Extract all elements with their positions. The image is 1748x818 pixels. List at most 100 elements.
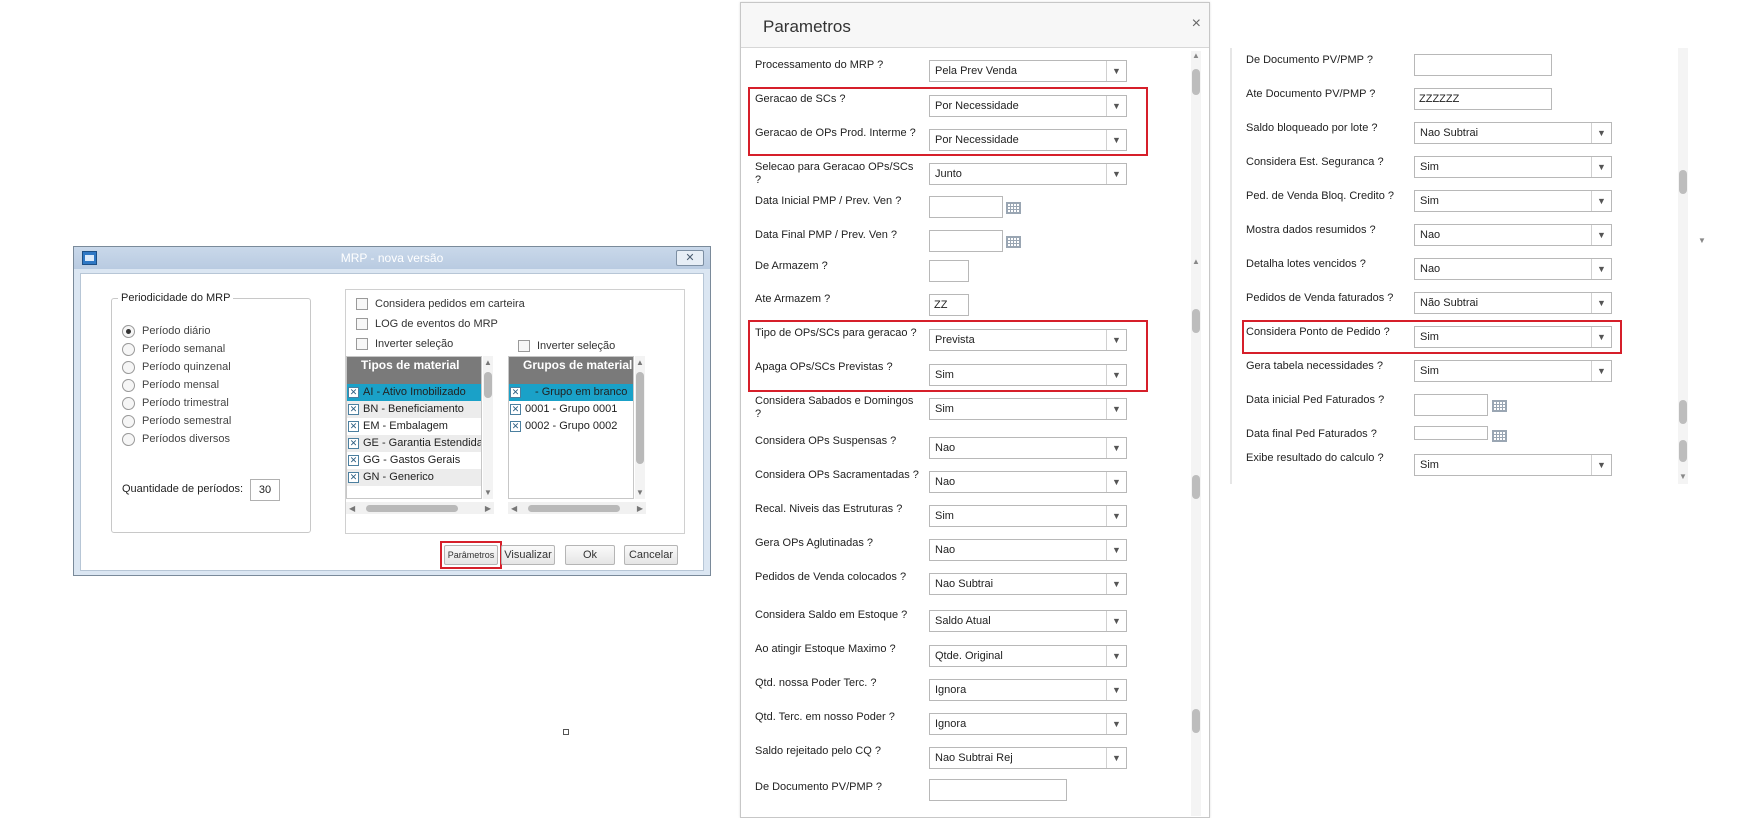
scroll-thumb[interactable] xyxy=(484,372,492,398)
chk-considera-pedidos[interactable]: Considera pedidos em carteira xyxy=(356,296,525,312)
scroll-thumb[interactable] xyxy=(366,505,458,512)
list-item[interactable]: ✕ GG - Gastos Gerais xyxy=(347,452,481,469)
field-select[interactable]: Nao ▼ xyxy=(1414,224,1612,246)
field-select[interactable]: Nao ▼ xyxy=(929,471,1127,493)
field-label: Exibe resultado do calculo ? xyxy=(1246,452,1384,464)
list-item[interactable]: ✕ 0001 - Grupo 0001 xyxy=(509,401,633,418)
field-select[interactable]: Sim ▼ xyxy=(1414,190,1612,212)
list-item[interactable]: ✕ - Grupo em branco xyxy=(509,384,633,401)
date-input[interactable] xyxy=(1414,426,1488,440)
field-select[interactable]: Qtde. Original ▼ xyxy=(929,645,1127,667)
text-input[interactable] xyxy=(1414,54,1552,76)
scroll-right-icon: ▶ xyxy=(484,504,491,513)
text-input[interactable]: ZZ xyxy=(929,294,969,316)
list-item[interactable]: ✕ GN - Generico xyxy=(347,469,481,486)
close-icon[interactable]: × xyxy=(1192,15,1201,33)
checked-box-icon: ✕ xyxy=(348,438,359,449)
date-input[interactable] xyxy=(929,230,1003,252)
field-select[interactable]: Sim ▼ xyxy=(1414,360,1612,382)
list-item[interactable]: ✕ GE - Garantia Estendida xyxy=(347,435,481,452)
field-label: Pedidos de Venda faturados ? xyxy=(1246,292,1394,304)
continuation-scrollbar[interactable]: ▼ xyxy=(1678,48,1688,484)
grupos-hscroll[interactable]: ◀ ▶ xyxy=(508,502,646,514)
field-select[interactable]: Nao ▼ xyxy=(1414,258,1612,280)
chk-inverter-grupos[interactable]: Inverter seleção xyxy=(518,338,615,354)
date-input[interactable] xyxy=(1414,394,1488,416)
dropdown-arrow-icon: ▼ xyxy=(1106,399,1126,419)
cancelar-button[interactable]: Cancelar xyxy=(624,545,678,565)
checked-box-icon: ✕ xyxy=(348,455,359,466)
tipos-vscroll[interactable]: ▲ ▼ xyxy=(483,356,493,499)
scroll-thumb[interactable] xyxy=(1679,400,1687,424)
mrp-close-button[interactable]: ✕ xyxy=(676,250,704,266)
calendar-icon[interactable] xyxy=(1492,400,1507,412)
mrp-titlebar: MRP - nova versão ✕ xyxy=(74,247,710,269)
scroll-thumb[interactable] xyxy=(636,372,644,464)
field-select[interactable]: Nao Subtrai ▼ xyxy=(929,573,1127,595)
text-input[interactable] xyxy=(929,260,969,282)
list-item-label: AI - Ativo Imobilizado xyxy=(363,386,466,398)
text-input[interactable] xyxy=(929,779,1067,801)
text-input[interactable]: ZZZZZZ xyxy=(1414,88,1552,110)
checked-box-icon: ✕ xyxy=(348,404,359,415)
scroll-down-icon: ▼ xyxy=(1679,472,1687,481)
field-select[interactable]: Sim ▼ xyxy=(929,505,1127,527)
scroll-thumb[interactable] xyxy=(1679,170,1687,194)
field-select[interactable]: Saldo Atual ▼ xyxy=(929,610,1127,632)
field-value: Sim xyxy=(1420,161,1439,173)
field-select[interactable]: Sim ▼ xyxy=(1414,454,1612,476)
field-value: Nao xyxy=(935,544,956,556)
radio-periodo-semanal[interactable]: Período semanal xyxy=(122,341,225,357)
field-label: Selecao para Geracao OPs/SCs ? xyxy=(755,161,914,186)
date-input[interactable] xyxy=(929,196,1003,218)
highlight-box xyxy=(1242,320,1622,354)
field-select[interactable]: Ignora ▼ xyxy=(929,713,1127,735)
qtd-periodos-input[interactable]: 30 xyxy=(250,479,280,501)
list-item[interactable]: ✕ EM - Embalagem xyxy=(347,418,481,435)
list-item[interactable]: ✕ AI - Ativo Imobilizado xyxy=(347,384,481,401)
grupos-vscroll[interactable]: ▲ ▼ xyxy=(635,356,645,499)
field-select[interactable]: Nao ▼ xyxy=(929,437,1127,459)
calendar-icon[interactable] xyxy=(1006,236,1021,248)
scroll-left-icon: ◀ xyxy=(349,504,356,513)
scroll-thumb[interactable] xyxy=(1192,709,1200,733)
field-select[interactable]: Nao Subtrai Rej ▼ xyxy=(929,747,1127,769)
parametros-scrollbar[interactable]: ▲ ▲ xyxy=(1191,51,1201,816)
list-item[interactable]: ✕ 0002 - Grupo 0002 xyxy=(509,418,633,435)
ok-button[interactable]: Ok xyxy=(565,545,615,565)
field-select[interactable]: Junto ▼ xyxy=(929,163,1127,185)
list-item[interactable]: ✕ BN - Beneficiamento xyxy=(347,401,481,418)
chk-log-eventos[interactable]: LOG de eventos do MRP xyxy=(356,316,498,332)
radio-periodo-quinzenal[interactable]: Período quinzenal xyxy=(122,359,231,375)
scroll-thumb[interactable] xyxy=(528,505,620,512)
field-label: Considera OPs Suspensas ? xyxy=(755,435,897,447)
field-select[interactable]: Não Subtrai ▼ xyxy=(1414,292,1612,314)
scroll-thumb[interactable] xyxy=(1679,440,1687,462)
scroll-down-icon: ▼ xyxy=(484,488,492,497)
chk-inverter-tipos[interactable]: Inverter seleção xyxy=(356,336,453,352)
radio-periodo-mensal[interactable]: Período mensal xyxy=(122,377,219,393)
checked-box-icon: ✕ xyxy=(348,387,359,398)
calendar-icon[interactable] xyxy=(1006,202,1021,214)
scroll-thumb[interactable] xyxy=(1192,309,1200,333)
radio-periodo-semestral[interactable]: Período semestral xyxy=(122,413,231,429)
radio-periodo-trimestral[interactable]: Período trimestral xyxy=(122,395,229,411)
dropdown-arrow-icon: ▼ xyxy=(1106,164,1126,184)
field-value: Nao xyxy=(935,476,956,488)
field-select[interactable]: Sim ▼ xyxy=(1414,156,1612,178)
parametros-title: Parametros xyxy=(763,17,851,36)
scroll-thumb[interactable] xyxy=(1192,69,1200,95)
calendar-icon[interactable] xyxy=(1492,430,1507,442)
scroll-thumb[interactable] xyxy=(1192,475,1200,499)
tipos-hscroll[interactable]: ◀ ▶ xyxy=(346,502,494,514)
visualizar-button[interactable]: Visualizar xyxy=(501,545,555,565)
field-value: Nao xyxy=(935,442,956,454)
field-value: Sim xyxy=(1420,365,1439,377)
field-select[interactable]: Ignora ▼ xyxy=(929,679,1127,701)
radio-periodos-diversos[interactable]: Períodos diversos xyxy=(122,431,230,447)
field-select[interactable]: Sim ▼ xyxy=(929,398,1127,420)
radio-periodo-diario[interactable]: Período diário xyxy=(122,323,211,339)
field-select[interactable]: Nao Subtrai ▼ xyxy=(1414,122,1612,144)
field-select[interactable]: Nao ▼ xyxy=(929,539,1127,561)
field-select[interactable]: Pela Prev Venda ▼ xyxy=(929,60,1127,82)
